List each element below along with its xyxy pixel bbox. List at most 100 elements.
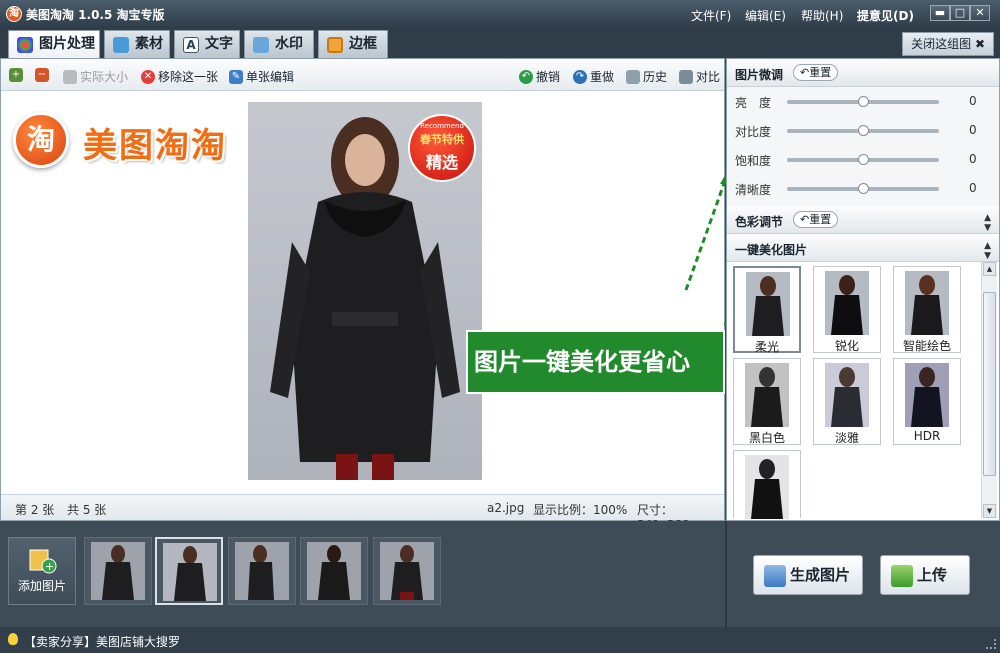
tab-watermark[interactable]: 水印 bbox=[244, 30, 314, 58]
remove-image-button[interactable]: ✕ 移除这一张 bbox=[141, 68, 218, 85]
single-edit-label: 单张编辑 bbox=[246, 70, 295, 84]
actual-size-button[interactable]: 实际大小 bbox=[63, 68, 128, 85]
generate-icon bbox=[764, 565, 786, 587]
brightness-slider[interactable] bbox=[787, 96, 939, 107]
redo-icon: ↷ bbox=[573, 69, 587, 84]
badge-line2: 精选 bbox=[425, 153, 458, 172]
file-name: a2.jpg bbox=[487, 501, 525, 515]
collapse-icon[interactable]: ▲ ▼ bbox=[984, 241, 991, 261]
slider-label: 对比度 bbox=[735, 125, 772, 139]
effect-smart-color[interactable]: 智能绘色 bbox=[893, 266, 961, 353]
scroll-down-icon[interactable]: ▼ bbox=[983, 504, 996, 518]
menu-edit[interactable]: 编辑(E) bbox=[745, 7, 786, 24]
resize-grip-icon[interactable] bbox=[986, 639, 996, 649]
thumbnail-2-selected[interactable] bbox=[155, 537, 223, 605]
effect-thumbnail bbox=[745, 363, 789, 427]
lightbulb-icon bbox=[8, 633, 18, 645]
slider-label: 饱和度 bbox=[735, 154, 772, 168]
thumbnail-3[interactable] bbox=[228, 537, 296, 605]
zoom-in-button[interactable]: + bbox=[9, 68, 23, 82]
effect-thumbnail bbox=[746, 272, 790, 336]
contrast-slider-row: 对比度 0 bbox=[727, 118, 999, 144]
effect-elegant[interactable]: 淡雅 bbox=[813, 358, 881, 445]
expand-icon[interactable]: ▲ ▼ bbox=[984, 213, 991, 233]
badge-small-text: Recommend bbox=[420, 122, 464, 130]
fine-tune-reset-button[interactable]: ↶重置 bbox=[793, 64, 839, 81]
thumbnail-image bbox=[91, 542, 145, 600]
effect-sharpen[interactable]: 锐化 bbox=[813, 266, 881, 353]
tab-text[interactable]: A 文字 bbox=[174, 30, 240, 58]
thumbnail-1[interactable] bbox=[84, 537, 152, 605]
add-picture-button[interactable]: + 添加图片 bbox=[8, 537, 76, 605]
editor-toolbar: + − 实际大小 ✕ 移除这一张 ✎ 单张编辑 ↶ 撤销 ↷ 重做 历史 对比 bbox=[1, 59, 724, 91]
menu-file[interactable]: 文件(F) bbox=[691, 7, 731, 24]
effects-scrollbar[interactable]: ▲ ▼ bbox=[981, 262, 997, 518]
menu-help[interactable]: 帮助(H) bbox=[801, 7, 843, 24]
color-reset-button[interactable]: ↶重置 bbox=[793, 211, 839, 228]
tab-frame[interactable]: 边框 bbox=[318, 30, 388, 58]
footer-bar: 【卖家分享】美图店铺大搜罗 bbox=[0, 627, 1000, 653]
palette-icon bbox=[17, 37, 33, 53]
compare-label: 对比 bbox=[696, 70, 721, 84]
zoom-out-button[interactable]: − bbox=[35, 68, 49, 82]
undo-icon: ↶ bbox=[519, 69, 533, 84]
color-header[interactable]: 色彩调节 ↶重置 ▲ ▼ bbox=[727, 206, 999, 234]
slider-thumb[interactable] bbox=[858, 125, 869, 136]
remove-icon: ✕ bbox=[141, 69, 155, 84]
text-icon: A bbox=[183, 37, 199, 53]
close-button[interactable]: ✕ bbox=[970, 5, 990, 21]
generate-image-button[interactable]: 生成图片 bbox=[753, 555, 863, 595]
menu-feedback[interactable]: 提意见(D) bbox=[857, 7, 914, 24]
watermark-icon bbox=[253, 37, 269, 53]
scroll-thumb[interactable] bbox=[983, 292, 996, 476]
footer-tip-link[interactable]: 【卖家分享】美图店铺大搜罗 bbox=[24, 633, 180, 650]
image-canvas[interactable]: 淘 美图淘淘 Recommend 春节特供 精选 图片一键美化更省心 bbox=[1, 92, 725, 494]
scroll-up-icon[interactable]: ▲ bbox=[983, 262, 996, 276]
effect-hdr[interactable]: HDR bbox=[893, 358, 961, 445]
effect-label: 柔光 bbox=[754, 340, 779, 354]
saturation-slider-row: 饱和度 0 bbox=[727, 147, 999, 173]
upload-button[interactable]: 上传 bbox=[880, 555, 970, 595]
effect-label: HDR bbox=[913, 429, 941, 443]
close-group-button[interactable]: 关闭这组图 ✖ bbox=[902, 32, 994, 56]
app-title: 美图淘淘 1.0.5 淘宝专版 bbox=[26, 8, 165, 22]
redo-label: 重做 bbox=[590, 70, 615, 84]
history-button[interactable]: 历史 bbox=[626, 68, 667, 85]
tab-label: 图片处理 bbox=[39, 36, 95, 52]
slider-thumb[interactable] bbox=[858, 183, 869, 194]
history-icon bbox=[626, 69, 640, 84]
bottom-divider bbox=[725, 521, 727, 627]
thumbnail-4[interactable] bbox=[300, 537, 368, 605]
effect-soft-light[interactable]: 柔光 bbox=[733, 266, 801, 354]
saturation-slider[interactable] bbox=[787, 154, 939, 165]
slider-thumb[interactable] bbox=[858, 154, 869, 165]
edit-icon: ✎ bbox=[229, 69, 243, 84]
effect-thumbnail bbox=[905, 271, 949, 335]
minimize-button[interactable]: ▬ bbox=[930, 5, 950, 21]
effect-thumbnail bbox=[745, 455, 789, 519]
thumbnail-image bbox=[163, 543, 217, 601]
tab-image-processing[interactable]: 图片处理 bbox=[8, 30, 100, 58]
maximize-button[interactable]: □ bbox=[950, 5, 970, 21]
single-edit-button[interactable]: ✎ 单张编辑 bbox=[229, 68, 294, 85]
compare-button[interactable]: 对比 bbox=[679, 68, 720, 85]
contrast-slider[interactable] bbox=[787, 125, 939, 136]
fine-tune-header: 图片微调 ↶重置 bbox=[727, 59, 999, 87]
tab-label: 边框 bbox=[349, 36, 377, 52]
brightness-slider-row: 亮 度 0 bbox=[727, 89, 999, 115]
sharpness-slider[interactable] bbox=[787, 183, 939, 194]
effect-black-white[interactable]: 黑白色 bbox=[733, 358, 801, 445]
thumbnail-5[interactable] bbox=[373, 537, 441, 605]
status-bar: 第 2 张 共 5 张 a2.jpg 显示比例：100% 尺寸：241x389 bbox=[1, 494, 724, 532]
effect-more[interactable] bbox=[733, 450, 801, 519]
one-click-header[interactable]: 一键美化图片 ▲ ▼ bbox=[727, 234, 999, 262]
slider-thumb[interactable] bbox=[858, 96, 869, 107]
reset-label: 重置 bbox=[809, 66, 832, 79]
product-photo[interactable]: Recommend 春节特供 精选 bbox=[248, 102, 482, 480]
tab-material[interactable]: 素材 bbox=[104, 30, 170, 58]
reset-label: 重置 bbox=[809, 213, 832, 226]
effect-thumbnail bbox=[905, 363, 949, 427]
redo-button[interactable]: ↷ 重做 bbox=[573, 68, 614, 85]
zoom-out-icon: − bbox=[35, 68, 49, 82]
undo-button[interactable]: ↶ 撤销 bbox=[519, 68, 560, 85]
